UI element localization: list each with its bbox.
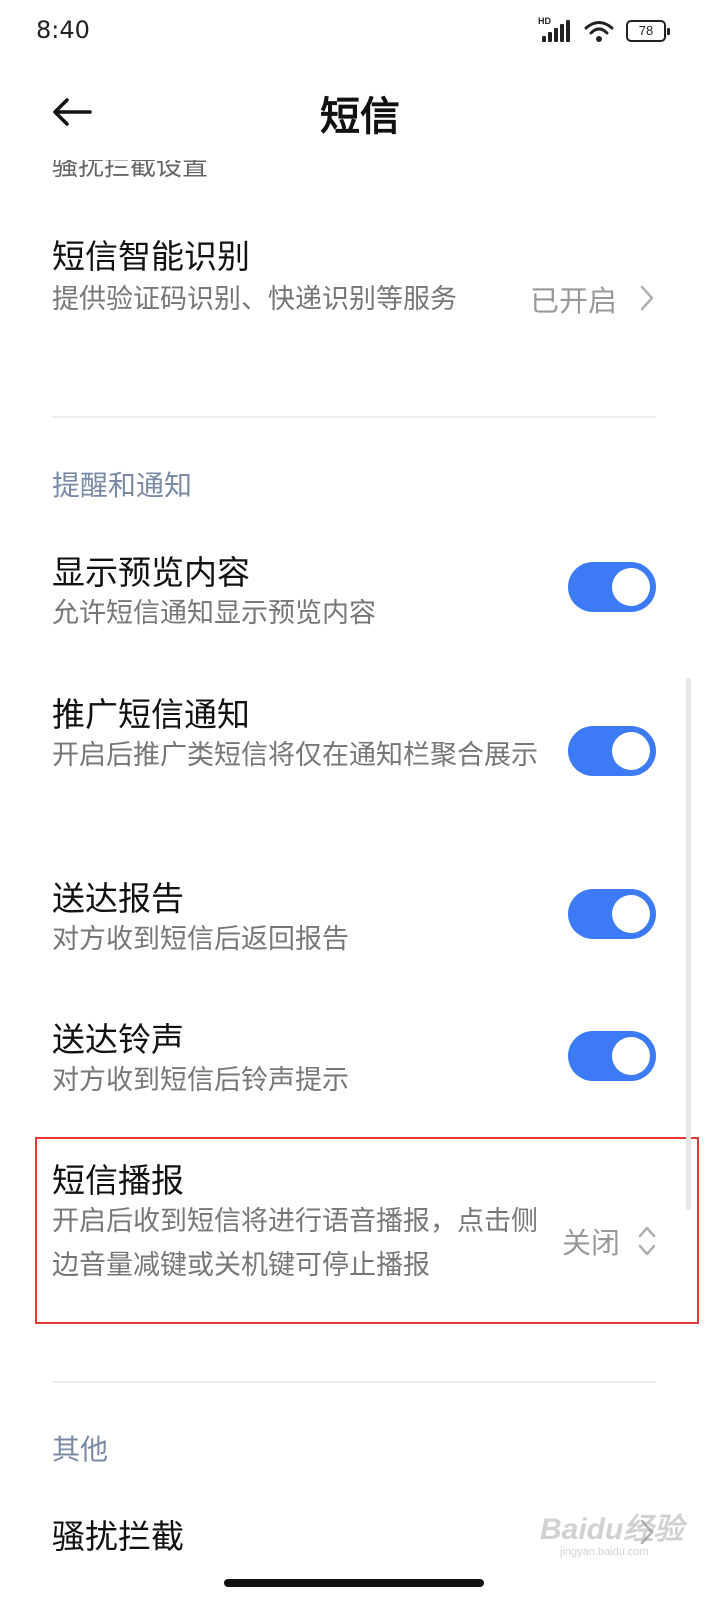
row-subtitle: 开启后收到短信将进行语音播报，点击侧边音量减键或关机键可停止播报 bbox=[52, 1206, 538, 1281]
row-title: 送达铃声 bbox=[52, 1020, 184, 1059]
divider bbox=[52, 1381, 656, 1383]
chevron-up-down-icon bbox=[638, 1226, 656, 1256]
scrollbar[interactable] bbox=[686, 678, 691, 1210]
divider bbox=[52, 416, 656, 418]
toggle-knob bbox=[612, 895, 650, 933]
row-value: 关闭 bbox=[562, 1226, 621, 1260]
section-header-notifications: 提醒和通知 bbox=[52, 469, 193, 502]
row-subtitle: 开启后推广类短信将仅在通知栏聚合展示 bbox=[52, 740, 538, 771]
row-title: 骚扰拦截 bbox=[52, 1517, 184, 1556]
app-header: 短信 bbox=[0, 64, 720, 160]
row-subtitle: 允许短信通知显示预览内容 bbox=[52, 598, 376, 629]
home-indicator[interactable] bbox=[224, 1579, 484, 1587]
toggle-knob bbox=[612, 1037, 650, 1075]
hd-badge: HD bbox=[538, 16, 551, 26]
page-title: 短信 bbox=[320, 94, 400, 140]
promo-sms-notify-toggle[interactable] bbox=[568, 726, 656, 776]
status-bar: 8:40 HD 78 bbox=[0, 0, 720, 64]
section-header-other: 其他 bbox=[52, 1433, 109, 1466]
row-subtitle: 对方收到短信后铃声提示 bbox=[52, 1065, 349, 1096]
baidu-watermark-logo: Baidu经验 jingyan.baidu.com bbox=[540, 1488, 710, 1568]
battery-icon: 78 bbox=[626, 20, 670, 42]
status-time: 8:40 bbox=[36, 16, 90, 44]
status-icons: HD 78 bbox=[538, 16, 670, 44]
preview-content-toggle[interactable] bbox=[568, 562, 656, 612]
wifi-icon bbox=[584, 21, 614, 42]
row-title: 短信智能识别 bbox=[52, 237, 250, 276]
watermark-text: Baidu经验 bbox=[540, 1513, 684, 1546]
row-value: 已开启 bbox=[530, 284, 618, 318]
row-subtitle: 提供验证码识别、快递识别等服务 bbox=[52, 284, 457, 315]
toggle-knob bbox=[612, 568, 650, 606]
delivery-ringtone-toggle[interactable] bbox=[568, 1031, 656, 1081]
row-title: 显示预览内容 bbox=[52, 553, 250, 592]
cellular-signal-icon: HD bbox=[538, 16, 572, 44]
row-subtitle: 对方收到短信后返回报告 bbox=[52, 924, 349, 955]
toggle-knob bbox=[612, 732, 650, 770]
row-title: 短信播报 bbox=[52, 1161, 184, 1200]
chevron-right-icon bbox=[640, 285, 654, 311]
delivery-report-toggle[interactable] bbox=[568, 889, 656, 939]
row-title: 送达报告 bbox=[52, 879, 184, 918]
row-title: 推广短信通知 bbox=[52, 695, 250, 734]
watermark-url: jingyan.baidu.com bbox=[560, 1546, 649, 1558]
